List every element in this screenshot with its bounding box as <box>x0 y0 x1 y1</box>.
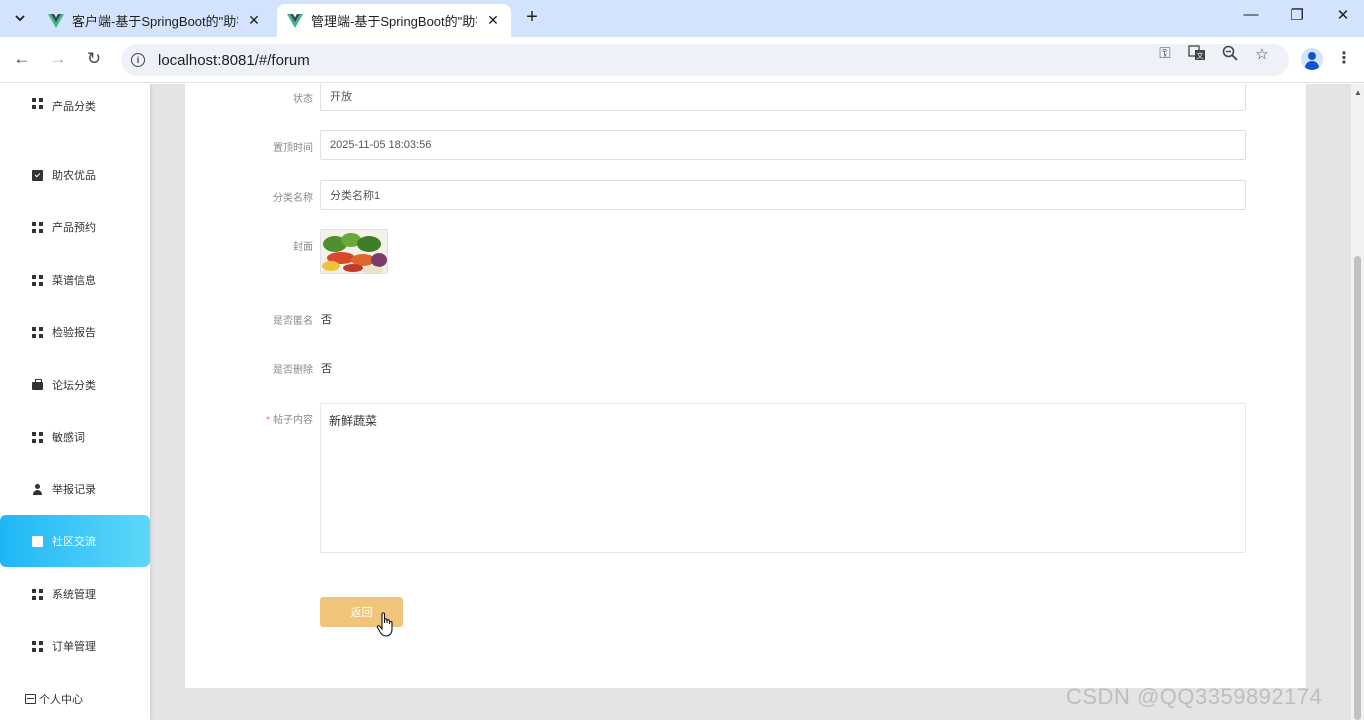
browser-toolbar: ← → ↻ i localhost:8081/#/forum ⚿ 文 ☆ ⋮ <box>0 37 1364 83</box>
sidebar: 产品分类 助农优品 产品预约 菜谱信息 检验报告 论坛分类 敏感词 举报记录 社… <box>0 84 150 720</box>
anonymous-value: 否 <box>321 314 332 326</box>
grid-icon <box>32 431 43 443</box>
sidebar-item-system-management[interactable]: 系统管理 <box>0 568 150 620</box>
tab-title: 客户端-基于SpringBoot的"助农 <box>72 14 238 29</box>
content-value: 新鲜蔬菜 <box>329 414 378 428</box>
back-arrow-icon[interactable]: ← <box>11 49 33 69</box>
sidebar-item-product-category[interactable]: 产品分类 <box>0 84 150 124</box>
grid-icon <box>32 221 43 233</box>
scroll-up-icon[interactable]: ▲ <box>1354 88 1362 97</box>
page-viewport: 产品分类 助农优品 产品预约 菜谱信息 检验报告 论坛分类 敏感词 举报记录 社… <box>0 84 1364 720</box>
new-tab-button[interactable]: + <box>520 6 544 29</box>
profile-avatar-icon[interactable] <box>1301 48 1323 70</box>
personal-center-link[interactable]: 个人中心 <box>25 691 83 707</box>
minimize-icon[interactable]: — <box>1241 6 1261 23</box>
vue-logo-icon <box>287 13 303 28</box>
personal-center-label: 个人中心 <box>39 694 83 706</box>
sidebar-item-inspection-reports[interactable]: 检验报告 <box>0 306 150 358</box>
sidebar-item-label: 系统管理 <box>52 589 96 601</box>
anonymous-label: 是否匿名 <box>273 316 313 327</box>
svg-text:文: 文 <box>1197 51 1204 60</box>
clipboard-check-icon <box>32 169 43 181</box>
status-label: 状态 <box>293 94 313 105</box>
vue-logo-icon <box>48 13 64 28</box>
sidebar-item-sensitive-words[interactable]: 敏感词 <box>0 411 150 463</box>
top-time-field[interactable]: 2025-11-05 18:03:56 <box>320 130 1246 160</box>
grid-icon <box>32 588 43 600</box>
chevron-down-icon <box>15 15 25 21</box>
document-icon <box>32 535 43 547</box>
sidebar-item-label: 产品分类 <box>52 101 96 113</box>
deleted-label: 是否删除 <box>273 365 313 376</box>
scrollbar-thumb[interactable] <box>1354 256 1361 720</box>
sidebar-item-forum-category[interactable]: 论坛分类 <box>0 359 150 411</box>
reload-icon[interactable]: ↻ <box>83 49 105 69</box>
content-label-text: 帖子内容 <box>273 415 313 426</box>
top-time-label: 置顶时间 <box>273 143 313 154</box>
sidebar-item-product-booking[interactable]: 产品预约 <box>0 201 150 253</box>
category-label: 分类名称 <box>273 193 313 204</box>
sidebar-item-label: 敏感词 <box>52 432 85 444</box>
required-mark: * <box>266 415 270 426</box>
restore-icon[interactable]: ❐ <box>1287 6 1307 24</box>
sidebar-item-label: 助农优品 <box>52 170 96 182</box>
deleted-value: 否 <box>321 363 332 375</box>
window-close-icon[interactable]: ✕ <box>1333 6 1353 24</box>
sidebar-item-label: 举报记录 <box>52 484 96 496</box>
address-bar[interactable]: i localhost:8081/#/forum <box>121 44 1289 76</box>
cover-label: 封面 <box>293 242 313 253</box>
sidebar-item-community[interactable]: 社区交流 <box>0 515 150 567</box>
sidebar-item-reports[interactable]: 举报记录 <box>0 463 150 515</box>
browser-tab-strip: 客户端-基于SpringBoot的"助农 ✕ 管理端-基于SpringBoot的… <box>0 0 1364 37</box>
sidebar-item-label: 社区交流 <box>52 536 96 548</box>
cover-image[interactable] <box>320 229 388 274</box>
site-info-icon[interactable]: i <box>131 53 145 67</box>
password-key-icon[interactable]: ⚿ <box>1155 45 1175 62</box>
bookmark-star-icon[interactable]: ☆ <box>1252 45 1272 63</box>
sidebar-item-label: 论坛分类 <box>52 380 96 392</box>
translate-icon[interactable]: 文 <box>1187 45 1207 65</box>
content-label: * 帖子内容 <box>266 411 313 426</box>
grid-icon <box>32 326 43 338</box>
user-icon <box>32 483 43 495</box>
browser-menu-icon[interactable]: ⋮ <box>1336 48 1352 68</box>
browser-tab-admin[interactable]: 管理端-基于SpringBoot的"助农 ✕ <box>277 4 511 37</box>
sidebar-item-label: 产品预约 <box>52 222 96 234</box>
profile-card-icon <box>25 694 36 704</box>
grid-icon <box>32 98 43 109</box>
hand-cursor-icon <box>376 612 393 637</box>
vegetables-image <box>321 230 387 273</box>
status-field[interactable]: 开放 <box>320 84 1246 111</box>
sidebar-item-label: 订单管理 <box>52 641 96 653</box>
sidebar-item-order-management[interactable]: 订单管理 <box>0 620 150 672</box>
tab-search-button[interactable] <box>6 6 34 30</box>
sidebar-item-featured-products[interactable]: 助农优品 <box>0 149 150 201</box>
browser-tab-client[interactable]: 客户端-基于SpringBoot的"助农 ✕ <box>38 4 276 37</box>
category-field[interactable]: 分类名称1 <box>320 180 1246 210</box>
close-tab-icon[interactable]: ✕ <box>485 12 501 29</box>
forum-detail-form: 状态 开放 置顶时间 2025-11-05 18:03:56 分类名称 分类名称… <box>185 84 1306 688</box>
top-time-value: 2025-11-05 18:03:56 <box>330 139 432 151</box>
briefcase-icon <box>32 379 43 390</box>
category-value: 分类名称1 <box>330 190 381 202</box>
sidebar-item-label: 检验报告 <box>52 327 96 339</box>
sidebar-item-recipes[interactable]: 菜谱信息 <box>0 254 150 306</box>
forward-arrow-icon[interactable]: → <box>47 49 69 69</box>
close-tab-icon[interactable]: ✕ <box>246 12 262 29</box>
content-textarea[interactable]: 新鲜蔬菜 <box>320 403 1246 553</box>
watermark-text: CSDN @QQ3359892174 <box>1066 684 1323 709</box>
tab-title: 管理端-基于SpringBoot的"助农 <box>311 14 477 29</box>
page-scrollbar[interactable]: ▲ <box>1351 84 1364 720</box>
grid-icon <box>32 640 43 652</box>
sidebar-item-label: 菜谱信息 <box>52 275 96 287</box>
grid-icon <box>32 274 43 286</box>
zoom-icon[interactable] <box>1220 45 1240 65</box>
status-value: 开放 <box>330 91 352 103</box>
url-text[interactable]: localhost:8081/#/forum <box>158 52 310 69</box>
